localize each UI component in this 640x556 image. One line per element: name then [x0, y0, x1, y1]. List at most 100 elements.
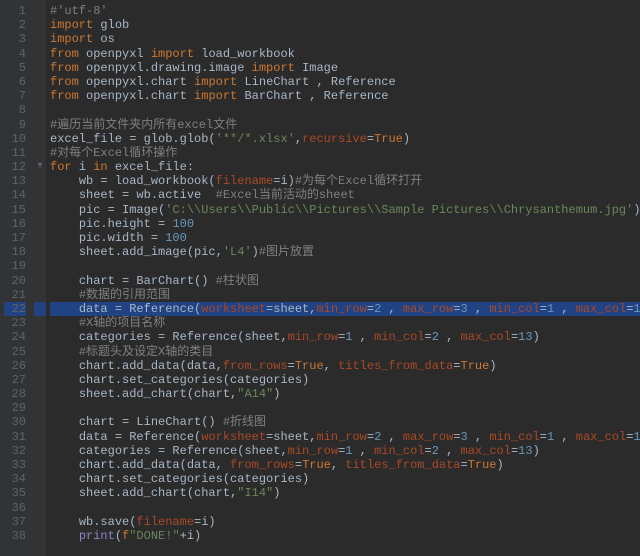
line-number[interactable]: 28 — [4, 387, 26, 401]
code-line[interactable]: pic.width = 100 — [50, 231, 640, 245]
line-number[interactable]: 12 — [4, 160, 26, 174]
line-number[interactable]: 4 — [4, 47, 26, 61]
token-arg: min_row — [316, 430, 366, 444]
line-number[interactable]: 11 — [4, 146, 26, 160]
code-line[interactable]: data = Reference(worksheet=sheet,min_row… — [50, 430, 640, 444]
line-number[interactable]: 7 — [4, 89, 26, 103]
token-kw: import — [252, 61, 295, 75]
code-line[interactable]: chart.add_data(data, from_rows=True, tit… — [50, 458, 640, 472]
code-line[interactable]: wb.save(filename=i) — [50, 515, 640, 529]
line-number[interactable]: 33 — [4, 458, 26, 472]
code-line[interactable]: for i in excel_file: — [50, 160, 640, 174]
code-line[interactable] — [50, 103, 640, 117]
code-line[interactable]: #X轴的项目名称 — [50, 316, 640, 330]
token-arg: titles_from_data — [345, 458, 460, 472]
line-number[interactable]: 10 — [4, 132, 26, 146]
line-number[interactable]: 26 — [4, 359, 26, 373]
line-number[interactable]: 20 — [4, 274, 26, 288]
code-line[interactable]: sheet.add_image(pic,'L4')#图片放置 — [50, 245, 640, 259]
fold-marker — [34, 146, 46, 160]
code-line[interactable]: #'utf-8' — [50, 4, 640, 18]
line-number[interactable]: 23 — [4, 316, 26, 330]
line-number[interactable]: 37 — [4, 515, 26, 529]
line-number[interactable]: 38 — [4, 529, 26, 543]
line-number[interactable]: 27 — [4, 373, 26, 387]
code-line[interactable] — [50, 259, 640, 273]
line-number-gutter[interactable]: 1234567891011121314151617181920212223242… — [0, 0, 34, 556]
line-number[interactable]: 14 — [4, 188, 26, 202]
line-number[interactable]: 29 — [4, 401, 26, 415]
code-line[interactable]: chart.add_data(data,from_rows=True, titl… — [50, 359, 640, 373]
line-number[interactable]: 30 — [4, 415, 26, 429]
token-arg: min_col — [489, 430, 539, 444]
code-line[interactable]: chart = LineChart() #折线图 — [50, 415, 640, 429]
line-number[interactable]: 19 — [4, 259, 26, 273]
fold-marker — [34, 472, 46, 486]
token-id: chart = BarChart() — [79, 274, 216, 288]
code-line[interactable]: pic.height = 100 — [50, 217, 640, 231]
code-line[interactable]: wb = load_workbook(filename=i)#为每个Excel循… — [50, 174, 640, 188]
code-line[interactable]: import glob — [50, 18, 640, 32]
token-op — [79, 89, 86, 103]
line-number[interactable]: 6 — [4, 75, 26, 89]
token-arg: min_row — [288, 330, 338, 344]
line-number[interactable]: 22 — [4, 302, 26, 316]
token-op: , — [439, 330, 461, 344]
code-line[interactable]: #对每个Excel循环操作 — [50, 146, 640, 160]
line-number[interactable]: 21 — [4, 288, 26, 302]
line-number[interactable]: 32 — [4, 444, 26, 458]
fold-marker — [34, 288, 46, 302]
code-line[interactable] — [50, 401, 640, 415]
line-number[interactable]: 17 — [4, 231, 26, 245]
token-op: = — [288, 359, 295, 373]
code-line[interactable]: excel_file = glob.glob('**/*.xlsx',recur… — [50, 132, 640, 146]
code-line[interactable]: chart = BarChart() #柱状图 — [50, 274, 640, 288]
code-line[interactable]: pic = Image('C:\\Users\\Public\\Pictures… — [50, 203, 640, 217]
code-line[interactable] — [50, 501, 640, 515]
line-number[interactable]: 15 — [4, 203, 26, 217]
line-number[interactable]: 16 — [4, 217, 26, 231]
token-cmt: #遍历当前文件夹内所有excel文件 — [50, 118, 237, 132]
line-number[interactable]: 2 — [4, 18, 26, 32]
line-number[interactable]: 25 — [4, 345, 26, 359]
code-line[interactable]: #标题头及设定X轴的类目 — [50, 345, 640, 359]
token-op: =i) — [194, 515, 216, 529]
code-line[interactable]: chart.set_categories(categories) — [50, 373, 640, 387]
token-str: "A14" — [237, 387, 273, 401]
code-line[interactable]: categories = Reference(sheet,min_row=1 ,… — [50, 444, 640, 458]
code-line[interactable]: data = Reference(worksheet=sheet,min_row… — [50, 302, 640, 316]
fold-column[interactable]: ▾ — [34, 0, 46, 556]
code-line[interactable]: from openpyxl.chart import LineChart , R… — [50, 75, 640, 89]
token-bool: True — [295, 359, 324, 373]
code-area[interactable]: #'utf-8'import globimport osfrom openpyx… — [46, 0, 640, 556]
code-line[interactable]: #遍历当前文件夹内所有excel文件 — [50, 118, 640, 132]
line-number[interactable]: 24 — [4, 330, 26, 344]
code-line[interactable]: chart.set_categories(categories) — [50, 472, 640, 486]
line-number[interactable]: 1 — [4, 4, 26, 18]
code-line[interactable]: from openpyxl import load_workbook — [50, 47, 640, 61]
line-number[interactable]: 9 — [4, 118, 26, 132]
code-line[interactable]: categories = Reference(sheet,min_row=1 ,… — [50, 330, 640, 344]
code-line[interactable]: sheet = wb.active #Excel当前活动的sheet — [50, 188, 640, 202]
line-number[interactable]: 35 — [4, 486, 26, 500]
token-num: 13 — [633, 302, 640, 316]
code-line[interactable]: from openpyxl.drawing.image import Image — [50, 61, 640, 75]
code-line[interactable]: import os — [50, 32, 640, 46]
code-line[interactable]: sheet.add_chart(chart,"A14") — [50, 387, 640, 401]
line-number[interactable]: 5 — [4, 61, 26, 75]
fold-marker[interactable]: ▾ — [34, 160, 46, 174]
code-line[interactable]: #数据的引用范围 — [50, 288, 640, 302]
line-number[interactable]: 8 — [4, 103, 26, 117]
line-number[interactable]: 3 — [4, 32, 26, 46]
code-editor[interactable]: 1234567891011121314151617181920212223242… — [0, 0, 640, 556]
line-number[interactable]: 18 — [4, 245, 26, 259]
token-num: 3 — [461, 430, 468, 444]
line-number[interactable]: 13 — [4, 174, 26, 188]
code-line[interactable]: sheet.add_chart(chart,"I14") — [50, 486, 640, 500]
token-id: openpyxl — [86, 47, 151, 61]
code-line[interactable]: print(f"DONE!"+i) — [50, 529, 640, 543]
line-number[interactable]: 31 — [4, 430, 26, 444]
line-number[interactable]: 36 — [4, 501, 26, 515]
line-number[interactable]: 34 — [4, 472, 26, 486]
code-line[interactable]: from openpyxl.chart import BarChart , Re… — [50, 89, 640, 103]
